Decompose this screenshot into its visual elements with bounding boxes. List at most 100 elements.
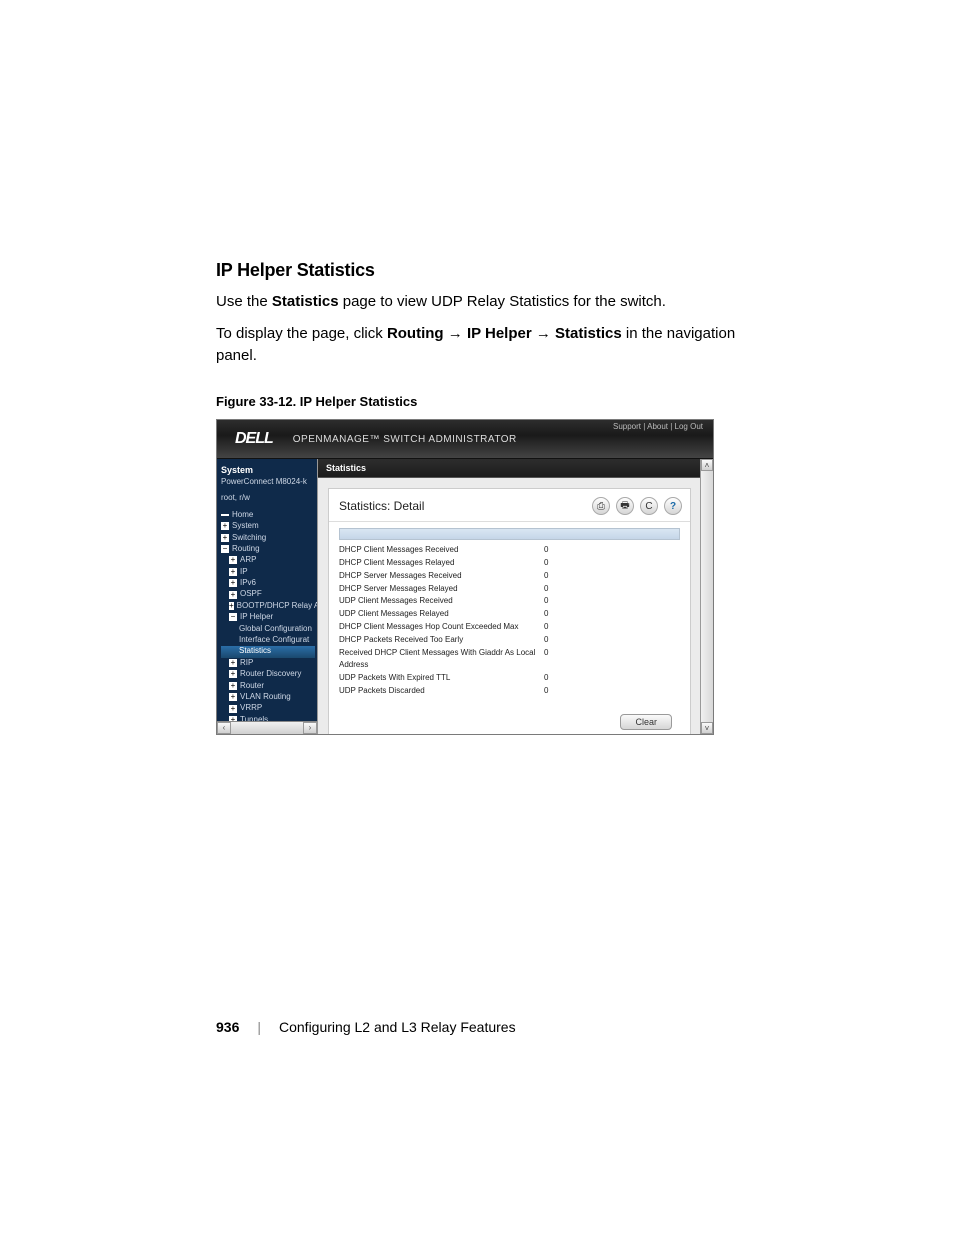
nav-tree-item-label: Router Discovery xyxy=(240,669,301,679)
collapse-icon[interactable]: − xyxy=(229,613,237,621)
nav-tree-item-label: Routing xyxy=(232,544,260,554)
expand-icon[interactable]: + xyxy=(229,591,237,599)
scroll-down-icon[interactable]: ˅ xyxy=(701,722,713,734)
stat-label: DHCP Client Messages Received xyxy=(339,544,544,557)
scroll-up-icon[interactable]: ˄ xyxy=(701,459,713,471)
nav-tree-item[interactable]: +VRRP xyxy=(221,703,317,714)
leaf-icon xyxy=(221,514,229,516)
nav-tree-item[interactable]: +IPv6 xyxy=(221,578,317,589)
nav-tree-item-label: RIP xyxy=(240,658,253,668)
nav-tree-item[interactable]: +ARP xyxy=(221,555,317,566)
nav-tree-item[interactable]: Interface Configurat xyxy=(221,635,317,646)
nav-step-iphelper: IP Helper xyxy=(467,325,532,342)
expand-icon[interactable]: + xyxy=(221,534,229,542)
stat-value: 0 xyxy=(544,608,564,621)
stat-value: 0 xyxy=(544,595,564,608)
nav-tree-item-label: Statistics xyxy=(239,646,271,656)
stat-label: DHCP Packets Received Too Early xyxy=(339,634,544,647)
nav-tree: Home+System+Switching−Routing+ARP+IP+IPv… xyxy=(221,510,317,735)
stat-row: Received DHCP Client Messages With Giadd… xyxy=(339,647,680,673)
nav-tree-item[interactable]: Statistics xyxy=(221,646,315,657)
nav-step-routing: Routing xyxy=(387,325,444,342)
nav-tree-item-label: Home xyxy=(232,510,253,520)
arrow-icon: → xyxy=(532,325,555,342)
arrow-icon: → xyxy=(444,325,467,342)
expand-icon[interactable]: + xyxy=(229,693,237,701)
stat-label: DHCP Server Messages Received xyxy=(339,570,544,583)
stat-row: DHCP Packets Received Too Early0 xyxy=(339,634,680,647)
clear-button[interactable]: Clear xyxy=(620,714,672,730)
nav-tree-item[interactable]: +System xyxy=(221,521,317,532)
nav-tree-item[interactable]: +Router xyxy=(221,681,317,692)
stat-row: DHCP Server Messages Relayed0 xyxy=(339,583,680,596)
save-icon[interactable]: ⎙ xyxy=(592,497,610,515)
app-title: OPENMANAGE™ SWITCH ADMINISTRATOR xyxy=(293,434,517,445)
expand-icon[interactable]: + xyxy=(229,602,234,610)
text: page to view UDP Relay Statistics for th… xyxy=(339,293,666,310)
stat-value: 0 xyxy=(544,544,564,557)
main-v-scrollbar[interactable]: ˄ ˅ xyxy=(700,459,713,734)
intro-paragraph-2: To display the page, click Routing → IP … xyxy=(216,323,738,367)
stat-label: UDP Client Messages Received xyxy=(339,595,544,608)
collapse-icon[interactable]: − xyxy=(221,545,229,553)
stats-header-band xyxy=(339,528,680,540)
sidebar-system-label: System xyxy=(221,465,317,477)
text: To display the page, click xyxy=(216,325,387,342)
stat-value: 0 xyxy=(544,647,564,673)
text: Use the xyxy=(216,293,272,310)
stat-row: DHCP Client Messages Relayed0 xyxy=(339,557,680,570)
stat-label: DHCP Client Messages Relayed xyxy=(339,557,544,570)
stats-table: DHCP Client Messages Received0DHCP Clien… xyxy=(339,544,680,698)
nav-tree-item[interactable]: −Routing xyxy=(221,544,317,555)
stats-body: DHCP Client Messages Received0DHCP Clien… xyxy=(329,522,690,702)
footer-separator: | xyxy=(257,1019,261,1035)
nav-tree-item[interactable]: Home xyxy=(221,510,317,521)
stat-row: UDP Packets Discarded0 xyxy=(339,685,680,698)
expand-icon[interactable]: + xyxy=(221,522,229,530)
nav-tree-item-label: IP Helper xyxy=(240,612,273,622)
main-area: ˄ ˅ Statistics Statistics: Detail ⎙ 🖶 C … xyxy=(317,459,713,734)
expand-icon[interactable]: + xyxy=(229,659,237,667)
nav-tree-item[interactable]: +Switching xyxy=(221,533,317,544)
stat-label: DHCP Client Messages Hop Count Exceeded … xyxy=(339,621,544,634)
nav-tree-item[interactable]: +BOOTP/DHCP Relay Age xyxy=(221,601,317,612)
nav-tree-item[interactable]: +Router Discovery xyxy=(221,669,317,680)
stat-value: 0 xyxy=(544,570,564,583)
expand-icon[interactable]: + xyxy=(229,579,237,587)
figure-caption: Figure 33-12. IP Helper Statistics xyxy=(216,394,738,409)
expand-icon[interactable]: + xyxy=(229,568,237,576)
print-icon[interactable]: 🖶 xyxy=(616,497,634,515)
expand-icon[interactable]: + xyxy=(229,670,237,678)
stat-row: DHCP Server Messages Received0 xyxy=(339,570,680,583)
nav-tree-item-label: Switching xyxy=(232,533,266,543)
card-footer: Clear xyxy=(329,702,690,734)
help-icon[interactable]: ? xyxy=(664,497,682,515)
footer-chapter-title: Configuring L2 and L3 Relay Features xyxy=(279,1019,516,1035)
nav-tree-item-label: IP xyxy=(240,567,248,577)
expand-icon[interactable]: + xyxy=(229,705,237,713)
sidebar-h-scrollbar[interactable]: ‹ › xyxy=(217,721,317,734)
nav-tree-item-label: System xyxy=(232,521,259,531)
text-strong: Statistics xyxy=(272,293,339,310)
dell-logo: DELL xyxy=(235,430,273,448)
nav-tree-item-label: BOOTP/DHCP Relay Age xyxy=(237,601,317,611)
top-links[interactable]: Support | About | Log Out xyxy=(613,422,703,431)
scroll-left-icon[interactable]: ‹ xyxy=(217,722,231,734)
stat-row: UDP Client Messages Relayed0 xyxy=(339,608,680,621)
card-toolbar: ⎙ 🖶 C ? xyxy=(592,497,682,515)
scroll-right-icon[interactable]: › xyxy=(303,722,317,734)
nav-tree-item[interactable]: +OSPF xyxy=(221,589,317,600)
stat-row: UDP Packets With Expired TTL0 xyxy=(339,672,680,685)
nav-tree-item-label: Router xyxy=(240,681,264,691)
nav-tree-item[interactable]: Global Configuration xyxy=(221,624,317,635)
nav-tree-item-label: VLAN Routing xyxy=(240,692,291,702)
app-topbar: Support | About | Log Out DELL OPENMANAG… xyxy=(217,420,713,459)
refresh-icon[interactable]: C xyxy=(640,497,658,515)
sidebar-device-name: PowerConnect M8024-k xyxy=(221,477,317,487)
nav-tree-item[interactable]: −IP Helper xyxy=(221,612,317,623)
expand-icon[interactable]: + xyxy=(229,556,237,564)
nav-tree-item[interactable]: +IP xyxy=(221,567,317,578)
nav-tree-item[interactable]: +RIP xyxy=(221,658,317,669)
expand-icon[interactable]: + xyxy=(229,682,237,690)
nav-tree-item[interactable]: +VLAN Routing xyxy=(221,692,317,703)
